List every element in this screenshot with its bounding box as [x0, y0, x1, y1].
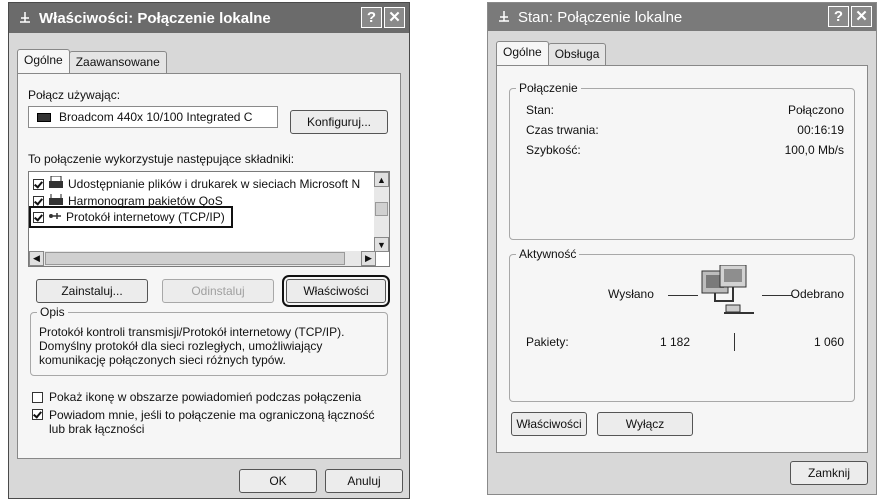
close-button[interactable]: ✕ — [851, 6, 872, 27]
vertical-scrollbar[interactable]: ▲ ▼ — [374, 172, 389, 252]
scroll-right-icon[interactable]: ▶ — [361, 251, 376, 266]
printer-icon — [48, 175, 64, 193]
ok-button[interactable]: OK — [239, 469, 317, 493]
description-text: Protokół kontroli transmisji/Protokół in… — [39, 325, 345, 367]
activity-group: Aktywność Wysłano Odebrano Pakiety: 1 18… — [509, 247, 855, 402]
adapter-field: Broadcom 440x 10/100 Integrated C — [28, 106, 278, 128]
components-list[interactable]: Udostępnianie plików i drukarek w siecia… — [28, 171, 390, 267]
connection-group: Połączenie Stan: Połączono Czas trwania:… — [509, 81, 855, 240]
list-item[interactable]: Harmonogram pakietów QoS — [33, 194, 223, 208]
description-group: Opis Protokół kontroli transmisji/Protok… — [30, 305, 388, 376]
uninstall-button[interactable]: Odinstaluj — [162, 279, 274, 303]
scroll-thumb[interactable] — [375, 202, 388, 216]
network-connection-icon — [17, 10, 33, 26]
speed-value: 100,0 Mb/s — [784, 143, 844, 157]
component-checkbox[interactable] — [33, 178, 44, 190]
properties-dialog: Właściwości: Połączenie lokalne ? ✕ Ogól… — [8, 2, 410, 499]
connect-using-label: Połącz używając: — [28, 88, 121, 102]
received-line — [762, 295, 792, 296]
network-connection-icon — [496, 9, 512, 25]
horizontal-scrollbar[interactable]: ◀ ▶ — [29, 251, 376, 266]
received-label: Odebrano — [790, 287, 844, 301]
status-properties-button[interactable]: Właściwości — [511, 412, 587, 436]
component-label: Protokół internetowy (TCP/IP) — [66, 210, 225, 224]
connection-group-title: Połączenie — [516, 81, 581, 95]
network-activity-icon — [698, 264, 758, 321]
packets-received-value: 1 060 — [813, 335, 844, 349]
notify-checkbox[interactable] — [32, 409, 43, 420]
notify-label: Powiadom mnie, jeśli to połączenie ma og… — [49, 408, 375, 436]
component-checkbox[interactable] — [33, 195, 44, 207]
component-checkbox[interactable] — [33, 211, 44, 223]
show-icon-option[interactable]: Pokaż ikonę w obszarze powiadomień podcz… — [32, 390, 361, 404]
disable-button[interactable]: Wyłącz — [597, 412, 693, 436]
status-dialog: Stan: Połączenie lokalne ? ✕ Ogólne Obsł… — [487, 2, 877, 495]
scroll-up-icon[interactable]: ▲ — [374, 172, 389, 187]
sent-label: Wysłano — [608, 287, 654, 301]
configure-button[interactable]: Konfiguruj... — [290, 110, 388, 134]
network-adapter-icon — [37, 112, 51, 122]
component-label: Udostępnianie plików i drukarek w siecia… — [68, 177, 361, 191]
printer-icon — [48, 194, 64, 208]
scroll-left-icon[interactable]: ◀ — [29, 251, 44, 266]
packets-divider — [734, 333, 735, 351]
scroll-thumb[interactable] — [45, 252, 345, 265]
install-button[interactable]: Zainstaluj... — [36, 279, 148, 303]
properties-titlebar[interactable]: Właściwości: Połączenie lokalne ? ✕ — [9, 3, 409, 33]
help-button[interactable]: ? — [828, 6, 849, 27]
tab-general[interactable]: Ogólne — [496, 41, 549, 65]
packets-label: Pakiety: — [526, 335, 569, 349]
description-group-title: Opis — [37, 305, 68, 319]
speed-label: Szybkość: — [526, 143, 581, 157]
show-icon-label: Pokaż ikonę w obszarze powiadomień podcz… — [49, 390, 362, 404]
status-label: Stan: — [526, 103, 555, 117]
component-properties-button[interactable]: Właściwości — [282, 275, 390, 307]
general-tab-panel: Połącz używając: Broadcom 440x 10/100 In… — [17, 73, 401, 459]
duration-label: Czas trwania: — [526, 123, 599, 137]
list-item-selected[interactable]: Protokół internetowy (TCP/IP) — [29, 206, 233, 228]
dialog-title: Właściwości: Połączenie lokalne — [39, 9, 271, 27]
tab-general[interactable]: Ogólne — [17, 49, 70, 73]
status-value: Połączono — [787, 103, 844, 117]
help-button[interactable]: ? — [361, 7, 382, 28]
status-tab-panel: Połączenie Stan: Połączono Czas trwania:… — [496, 65, 868, 453]
adapter-name: Broadcom 440x 10/100 Integrated C — [59, 110, 253, 124]
activity-group-title: Aktywność — [516, 247, 580, 261]
component-label: Harmonogram pakietów QoS — [68, 194, 223, 208]
status-titlebar[interactable]: Stan: Połączenie lokalne ? ✕ — [488, 3, 876, 31]
sent-line — [668, 295, 698, 296]
show-icon-checkbox[interactable] — [32, 391, 43, 403]
notify-option[interactable]: Powiadom mnie, jeśli to połączenie ma og… — [32, 408, 378, 436]
dialog-title: Stan: Połączenie lokalne — [518, 8, 683, 26]
close-button[interactable]: ✕ — [384, 7, 405, 28]
components-label: To połączenie wykorzystuje następujące s… — [28, 152, 295, 166]
cancel-button[interactable]: Anuluj — [325, 469, 403, 493]
list-item[interactable]: Udostępnianie plików i drukarek w siecia… — [33, 175, 361, 193]
tab-support[interactable]: Obsługa — [547, 43, 607, 67]
packets-sent-value: 1 182 — [660, 335, 691, 349]
close-dialog-button[interactable]: Zamknij — [790, 461, 868, 485]
tab-advanced[interactable]: Zaawansowane — [68, 51, 167, 75]
scroll-down-icon[interactable]: ▼ — [374, 237, 389, 252]
duration-value: 00:16:19 — [797, 123, 844, 137]
network-protocol-icon — [48, 210, 62, 224]
